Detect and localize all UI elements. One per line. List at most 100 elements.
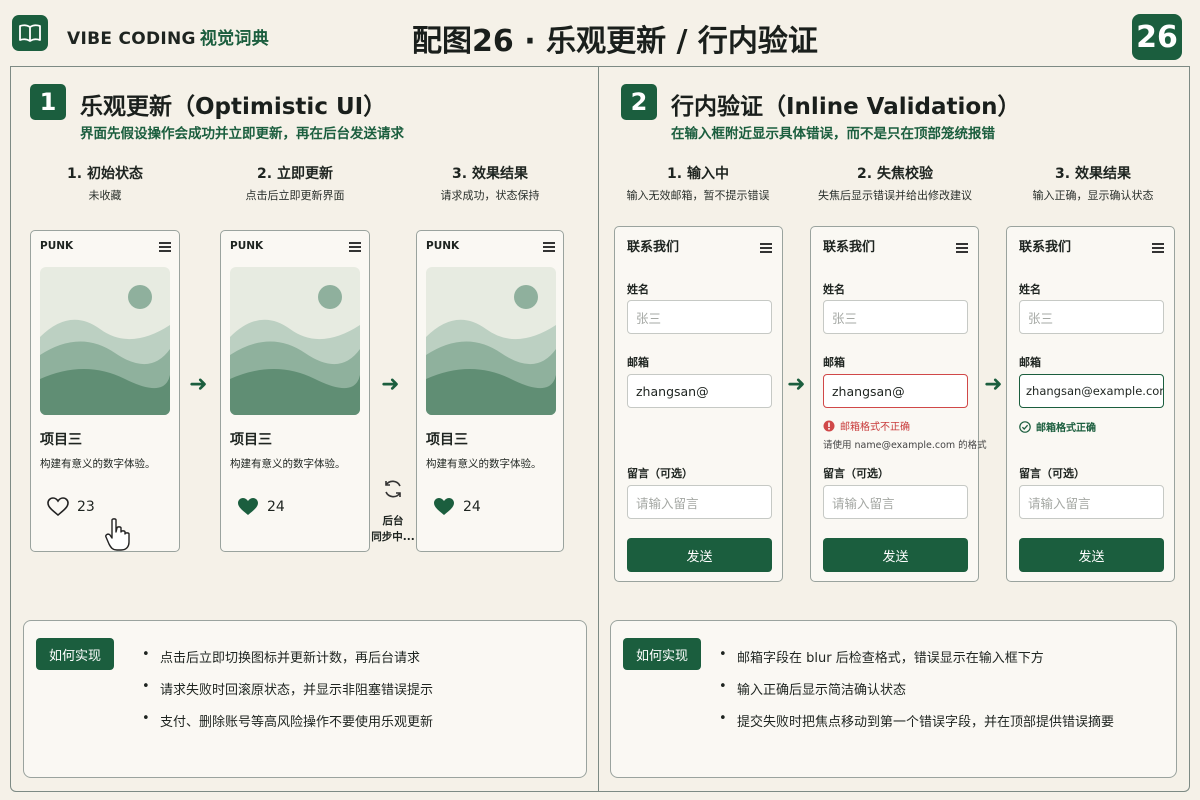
form-title: 联系我们 — [1019, 240, 1072, 255]
name-label: 姓名 — [1019, 283, 1041, 296]
like-button[interactable]: 24 — [433, 497, 481, 517]
how-to-box: 如何实现 邮箱字段在 blur 后检查格式，错误显示在输入框下方 输入正确后显示… — [610, 620, 1177, 778]
step-desc: 点击后立即更新界面 — [245, 189, 345, 202]
message-input[interactable]: 请输入留言 — [627, 485, 772, 519]
check-circle-icon — [1019, 420, 1031, 433]
list-item: 提交失败时把焦点移动到第一个错误字段，并在顶部提供错误摘要 — [719, 711, 1114, 730]
name-label: 姓名 — [823, 283, 845, 296]
project-title: 项目三 — [40, 432, 82, 448]
project-card: PUNK 项目三 构建有意义的数字体验。 24 — [220, 230, 370, 552]
send-button[interactable]: 发送 — [823, 538, 968, 572]
menu-icon[interactable] — [760, 243, 772, 253]
like-count: 24 — [267, 499, 285, 515]
step-title: 2. 立即更新 — [257, 166, 333, 182]
project-desc: 构建有意义的数字体验。 — [40, 458, 156, 470]
sync-label: 后台同步中... — [368, 513, 418, 545]
step-desc: 输入无效邮箱，暂不提示错误 — [626, 189, 770, 202]
message-label: 留言（可选） — [823, 467, 889, 480]
email-label: 邮箱 — [627, 356, 649, 369]
heart-filled-icon — [434, 498, 454, 515]
error-text: 邮箱格式不正确 — [840, 422, 910, 433]
step-desc: 输入正确，显示确认状态 — [1032, 189, 1154, 202]
list-item: 支付、删除账号等高风险操作不要使用乐观更新 — [142, 711, 433, 730]
menu-icon[interactable] — [956, 243, 968, 253]
name-input[interactable]: 张三 — [627, 300, 772, 334]
section-subtitle: 在输入框附近显示具体错误，而不是只在顶部笼统报错 — [671, 126, 995, 142]
figure-number-badge: 26 — [1132, 14, 1182, 60]
heart-filled-icon — [238, 498, 258, 515]
send-button[interactable]: 发送 — [1019, 538, 1164, 572]
header-divider — [10, 66, 1190, 67]
brand-en: VIBE CODING — [67, 29, 196, 49]
name-input[interactable]: 张三 — [1019, 300, 1164, 334]
sync-icon — [378, 478, 408, 504]
step-title: 3. 效果结果 — [452, 166, 528, 182]
send-button[interactable]: 发送 — [627, 538, 772, 572]
how-to-label: 如何实现 — [623, 638, 701, 670]
email-error-message: 邮箱格式不正确 — [823, 418, 910, 433]
arrow-right-icon: ➜ — [984, 372, 1003, 397]
arrow-right-icon: ➜ — [787, 372, 806, 397]
menu-icon[interactable] — [349, 242, 361, 252]
section-number-badge: 2 — [621, 84, 657, 120]
landscape-image — [426, 267, 556, 415]
how-to-label: 如何实现 — [36, 638, 114, 670]
section-title: 乐观更新（Optimistic UI） — [80, 94, 387, 120]
project-desc: 构建有意义的数字体验。 — [230, 458, 346, 470]
sync-label-2: 同步中... — [371, 531, 415, 543]
menu-icon[interactable] — [159, 242, 171, 252]
like-count: 24 — [463, 499, 481, 515]
name-label: 姓名 — [627, 283, 649, 296]
landscape-image — [40, 267, 170, 415]
name-input[interactable]: 张三 — [823, 300, 968, 334]
pointer-cursor-icon — [104, 518, 132, 556]
error-icon — [823, 420, 835, 431]
heart-outline-icon — [47, 497, 69, 517]
message-input[interactable]: 请输入留言 — [823, 485, 968, 519]
how-to-box: 如何实现 点击后立即切换图标并更新计数，再后台请求 请求失败时回滚原状态，并显示… — [23, 620, 587, 778]
page-title: 配图26 · 乐观更新 / 行内验证 — [412, 24, 818, 59]
list-item: 请求失败时回滚原状态，并显示非阻塞错误提示 — [142, 679, 433, 698]
arrow-right-icon: ➜ — [381, 372, 400, 397]
like-button[interactable]: 24 — [237, 497, 285, 517]
step-desc: 失焦后显示错误并给出修改建议 — [818, 189, 972, 202]
message-label: 留言（可选） — [627, 467, 693, 480]
email-input[interactable]: zhangsan@ — [627, 374, 772, 408]
step-title: 1. 输入中 — [667, 166, 729, 182]
section-divider — [598, 66, 599, 792]
open-book-icon — [12, 15, 48, 51]
like-count: 23 — [77, 499, 95, 515]
email-input[interactable]: zhangsan@example.com — [1019, 374, 1164, 408]
arrow-right-icon: ➜ — [189, 372, 208, 397]
project-card: PUNK 项目三 构建有意义的数字体验。 23 — [30, 230, 180, 552]
section-number-badge: 1 — [30, 84, 66, 120]
message-label: 留言（可选） — [1019, 467, 1085, 480]
project-card: PUNK 项目三 构建有意义的数字体验。 24 — [416, 230, 564, 552]
section-subtitle: 界面先假设操作会成功并立即更新，再在后台发送请求 — [80, 126, 404, 142]
list-item: 点击后立即切换图标并更新计数，再后台请求 — [142, 647, 433, 666]
step-title: 1. 初始状态 — [67, 166, 143, 182]
message-input[interactable]: 请输入留言 — [1019, 485, 1164, 519]
project-title: 项目三 — [230, 432, 272, 448]
email-success-message: 邮箱格式正确 — [1019, 419, 1096, 434]
contact-form: 联系我们 姓名 张三 邮箱 zhangsan@ 留言（可选） 请输入留言 发送 — [614, 226, 783, 582]
section-title: 行内验证（Inline Validation） — [671, 94, 1021, 120]
brand: VIBE CODING 视觉词典 — [67, 24, 269, 49]
email-label: 邮箱 — [823, 356, 845, 369]
form-title: 联系我们 — [823, 240, 876, 255]
card-brand: PUNK — [40, 240, 74, 252]
step-desc: 未收藏 — [88, 189, 122, 202]
sync-label-1: 后台 — [382, 515, 404, 527]
email-label: 邮箱 — [1019, 356, 1041, 369]
form-title: 联系我们 — [627, 240, 680, 255]
like-button[interactable]: 23 — [47, 497, 95, 517]
contact-form: 联系我们 姓名 张三 邮箱 zhangsan@example.com 邮箱格式正… — [1006, 226, 1175, 582]
card-brand: PUNK — [426, 240, 460, 252]
contact-form: 联系我们 姓名 张三 邮箱 zhangsan@ 邮箱格式不正确 请使用 name… — [810, 226, 987, 582]
step-desc: 请求成功，状态保持 — [440, 189, 540, 202]
menu-icon[interactable] — [1152, 243, 1164, 253]
how-to-list: 点击后立即切换图标并更新计数，再后台请求 请求失败时回滚原状态，并显示非阻塞错误… — [142, 647, 433, 743]
email-input[interactable]: zhangsan@ — [823, 374, 968, 408]
step-title: 3. 效果结果 — [1055, 166, 1131, 182]
menu-icon[interactable] — [543, 242, 555, 252]
